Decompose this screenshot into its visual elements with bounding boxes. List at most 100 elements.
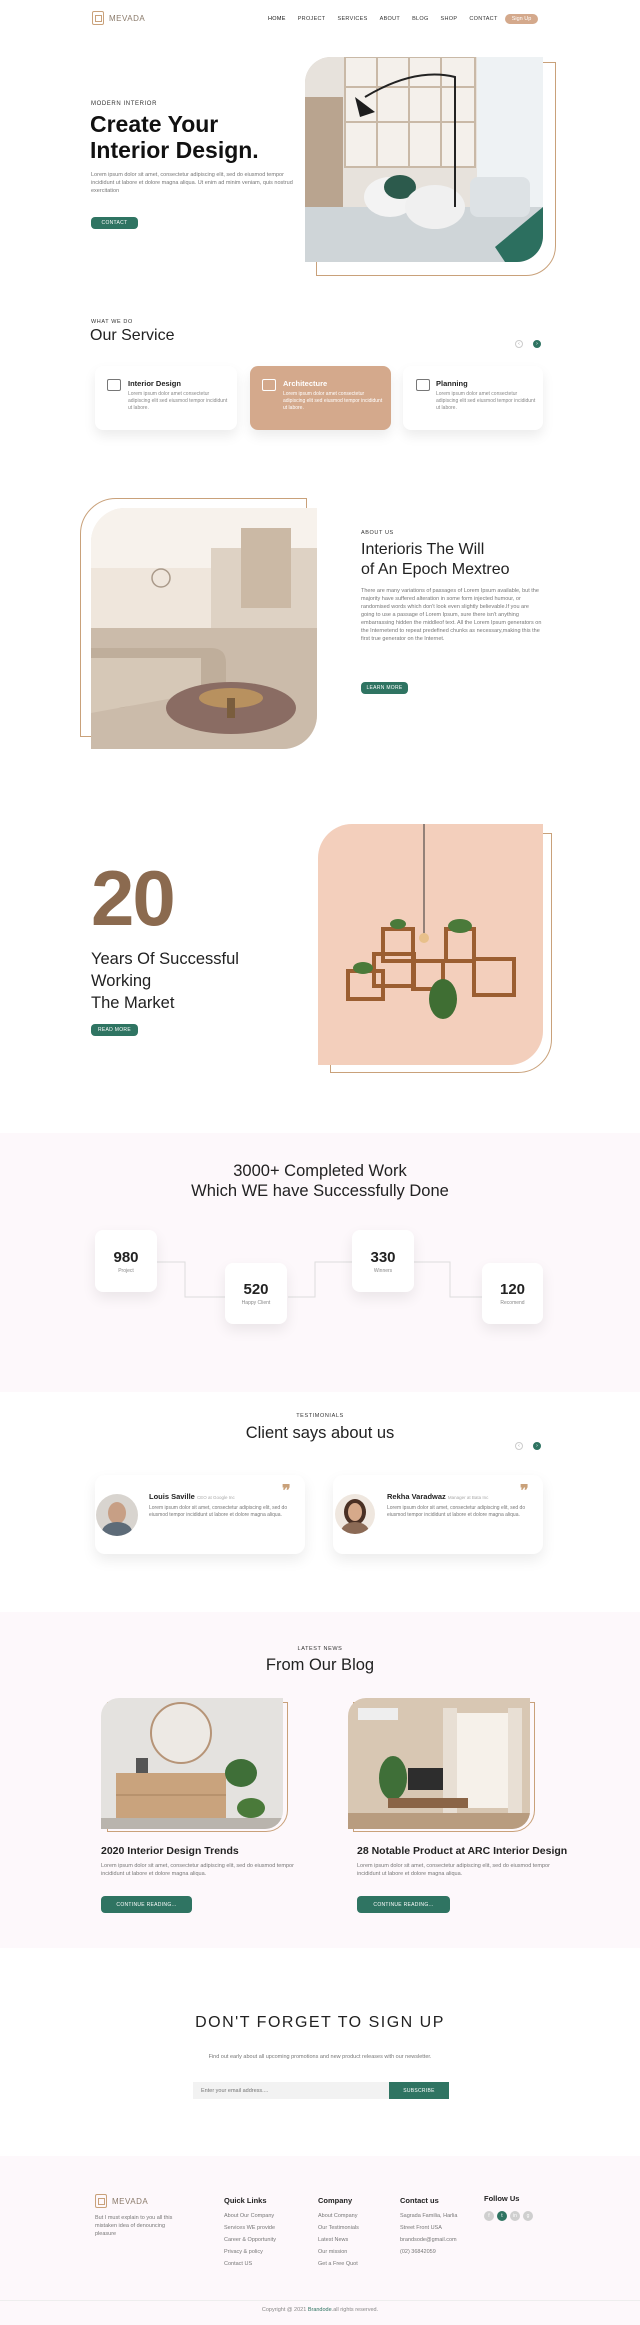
services-kicker: WHAT WE DO (91, 319, 133, 325)
signup-button[interactable]: Sign Up (505, 14, 538, 24)
testimonial-text: Lorem ipsum dolor sit amet, consectetur … (387, 1505, 526, 1518)
footer-link[interactable]: About Company (318, 2210, 359, 2222)
avatar (335, 1494, 375, 1534)
footer-link[interactable]: Services WE provide (224, 2222, 276, 2234)
architecture-icon (262, 379, 276, 391)
stat-label: Happy Client (241, 1300, 271, 1306)
stat-label: Project (118, 1267, 134, 1274)
nav-project[interactable]: PROJECT (298, 16, 326, 22)
hero-contact-button[interactable]: CONTACT (91, 217, 138, 229)
planning-icon (416, 379, 430, 391)
testimonial-card: Louis Saville CEO at Google Inc ❞ Lorem … (95, 1475, 305, 1554)
nav-contact[interactable]: CONTACT (469, 16, 497, 22)
footer-quick-links: About Our Company Services WE provide Ca… (224, 2210, 276, 2270)
services-prev-button[interactable]: ‹ (515, 340, 523, 348)
testimonials-title: Client says about us (245, 1424, 395, 1442)
interior-design-icon (107, 379, 121, 391)
service-text: Lorem ipsum dolor amet consectetur adipi… (283, 391, 383, 411)
hero-text: Lorem ipsum dolor sit amet, consectetur … (91, 172, 293, 194)
facebook-icon[interactable]: f (484, 2211, 494, 2221)
stat-label: Winners (373, 1267, 393, 1274)
quote-icon: ❞ (282, 1481, 291, 1500)
email-input[interactable] (193, 2082, 389, 2099)
stat-card: 520 Happy Client (225, 1263, 287, 1324)
footer-contact-list: Sagrada Familia, Harlia Street Front USA… (400, 2210, 457, 2258)
years-read-more-button[interactable]: READ MORE (91, 1024, 138, 1036)
footer-link[interactable]: Our Testimonials (318, 2222, 359, 2234)
service-card-interior[interactable]: Interior Design Lorem ipsum dolor amet c… (95, 366, 237, 430)
twitter-icon[interactable]: t (497, 2211, 507, 2221)
testimonials-next-button[interactable]: › (533, 1442, 541, 1450)
subscribe-button[interactable]: SUBSCRIBE (389, 2082, 449, 2099)
footer-phone[interactable]: (02) 36842059 (400, 2246, 457, 2258)
blog-post-title[interactable]: 28 Notable Product at ARC Interior Desig… (357, 1845, 567, 1857)
stat-value: 980 (113, 1248, 139, 1266)
completed-title-line2: Which WE have Successfully Done (191, 1182, 449, 1200)
blog-kicker: LATEST NEWS (297, 1646, 343, 1652)
nav-about[interactable]: ABOUT (380, 16, 400, 22)
testimonial-name: Louis Saville CEO at Google Inc (149, 1492, 235, 1501)
testimonials-kicker: TESTIMONIALS (296, 1413, 344, 1419)
blog-continue-button[interactable]: CONTINUE READING... (101, 1896, 192, 1913)
footer-address-line: Sagrada Familia, Harlia (400, 2213, 458, 2219)
signup-title: DON'T FORGET TO SIGN UP (195, 2014, 445, 2031)
blog-title: From Our Blog (265, 1656, 375, 1674)
service-title: Architecture (283, 379, 328, 388)
service-card-architecture[interactable]: Architecture Lorem ipsum dolor amet cons… (250, 366, 391, 430)
nav-services[interactable]: SERVICES (337, 16, 367, 22)
footer-link[interactable]: Career & Opportunity (224, 2234, 276, 2246)
services-next-button[interactable]: › (533, 340, 541, 348)
footer-email[interactable]: brandsode@gmail.com (400, 2234, 457, 2246)
avatar (96, 1494, 138, 1536)
years-number: 20 (91, 854, 176, 942)
testimonial-name-text: Rekha Varadwaz (387, 1492, 446, 1501)
header: MEVADA HOME PROJECT SERVICES ABOUT BLOG … (0, 0, 640, 40)
footer-link[interactable]: Contact US (224, 2258, 276, 2270)
about-image (91, 508, 317, 749)
blog-post-image[interactable] (348, 1698, 530, 1829)
quote-icon: ❞ (520, 1481, 529, 1500)
about-title-line2: of An Epoch Mextreo (361, 561, 510, 578)
footer-link[interactable]: Latest News (318, 2234, 359, 2246)
footer-address-line: Street Front USA (400, 2225, 442, 2231)
hero-title-line1: Create Your (90, 111, 219, 137)
copyright-suffix: .all rights reserved. (331, 2307, 379, 2313)
copyright-prefix: Copyright @ 2021 (261, 2307, 308, 2313)
nav-shop[interactable]: SHOP (441, 16, 458, 22)
years-line3: The Market (91, 994, 175, 1012)
footer-divider (0, 2300, 640, 2301)
copyright-brand-link[interactable]: Brandode (308, 2307, 332, 2313)
copyright: Copyright @ 2021 Brandode.all rights res… (0, 2307, 640, 2313)
footer-link[interactable]: About Our Company (224, 2210, 276, 2222)
stat-card: 980 Project (95, 1230, 157, 1292)
social-links: f t in g (484, 2211, 533, 2221)
blog-continue-button[interactable]: CONTINUE READING... (357, 1896, 450, 1913)
blog-post-text: Lorem ipsum dolor sit amet, consectetur … (101, 1863, 294, 1877)
testimonial-name: Rekha Varadwaz Manager at Bata Inc (387, 1492, 488, 1501)
main-nav: HOME PROJECT SERVICES ABOUT BLOG SHOP CO… (268, 16, 498, 22)
blog-post-text: Lorem ipsum dolor sit amet, consectetur … (357, 1863, 550, 1877)
service-card-planning[interactable]: Planning Lorem ipsum dolor amet consecte… (403, 366, 543, 430)
hero-room-illustration (305, 57, 543, 262)
linkedin-icon[interactable]: in (510, 2211, 520, 2221)
footer-logo[interactable]: MEVADA (95, 2194, 148, 2208)
signup-text: Find out early about all upcoming promot… (208, 2054, 432, 2060)
about-learn-more-button[interactable]: LEARN MORE (361, 682, 408, 694)
service-title: Interior Design (128, 379, 181, 388)
testimonials-prev-button[interactable]: ‹ (515, 1442, 523, 1450)
footer-link[interactable]: Get a Free Quot (318, 2258, 359, 2270)
footer-link[interactable]: Our mission (318, 2246, 359, 2258)
living-room-window-illustration (348, 1698, 530, 1829)
brand-logo[interactable]: MEVADA (92, 11, 145, 25)
blog-post-title[interactable]: 2020 Interior Design Trends (101, 1845, 239, 1857)
footer-contact-title: Contact us (400, 2196, 439, 2205)
nav-blog[interactable]: BLOG (412, 16, 428, 22)
testimonial-name-text: Louis Saville (149, 1492, 195, 1501)
nav-home[interactable]: HOME (268, 16, 286, 22)
hero-title-line2: Interior Design. (90, 137, 259, 163)
blog-post-image[interactable] (101, 1698, 283, 1829)
about-kicker: ABOUT US (361, 530, 394, 536)
google-icon[interactable]: g (523, 2211, 533, 2221)
footer-about: But I must explain to you all this mista… (95, 2215, 173, 2237)
footer-link[interactable]: Privacy & policy (224, 2246, 276, 2258)
